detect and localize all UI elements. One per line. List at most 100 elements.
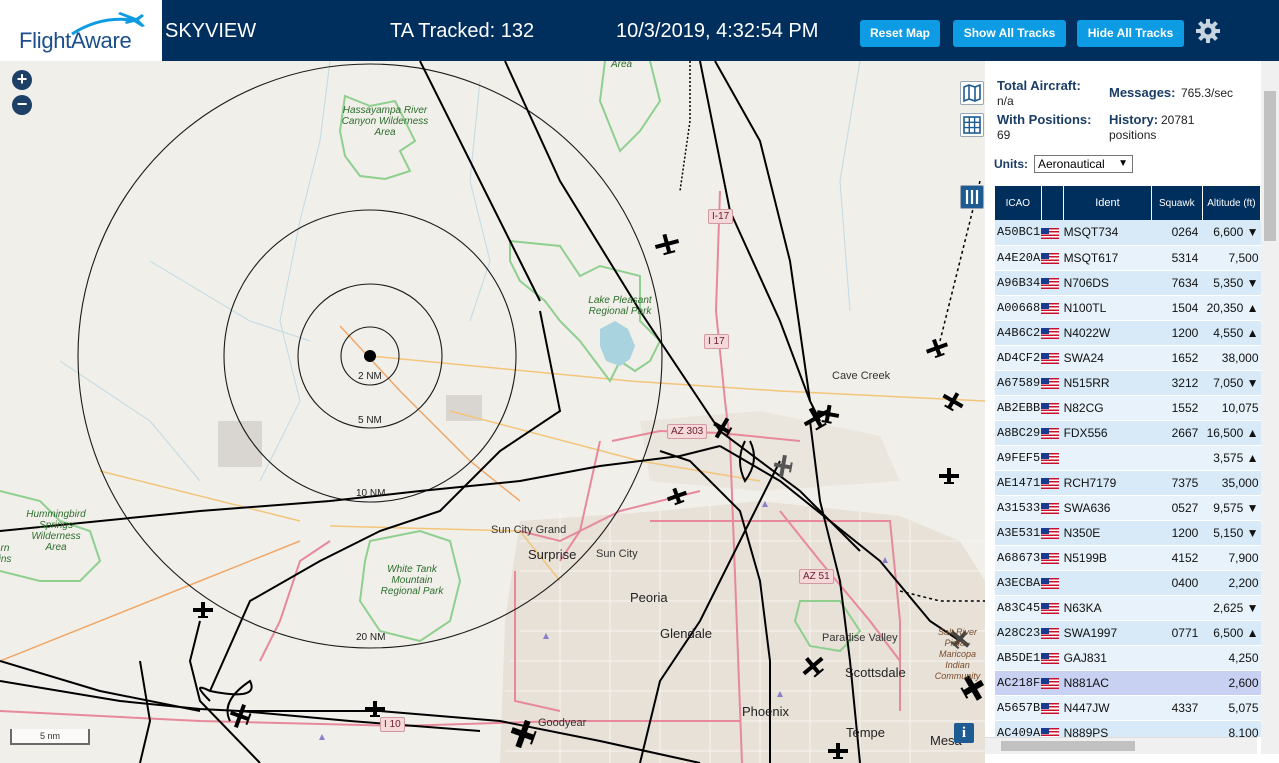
park-label: Hummingbird Springs Wilderness Area: [20, 509, 92, 553]
table-row[interactable]: A8BC29 FDX556 2667 16,500 ▲: [995, 420, 1261, 446]
table-row[interactable]: AB5DE1 GAJ831 4,250: [995, 645, 1261, 671]
altitude-cell: 3,575 ▲: [1202, 445, 1261, 471]
table-row[interactable]: A28C23 SWA1997 0771 6,500 ▲: [995, 620, 1261, 646]
table-row[interactable]: A31533 SWA636 0527 9,575 ▼: [995, 495, 1261, 521]
table-row[interactable]: AB2EBB N82CG 1552 10,075: [995, 395, 1261, 421]
total-aircraft-label: Total Aircraft:: [997, 78, 1081, 93]
vertical-scrollbar[interactable]: [1261, 61, 1279, 754]
scrollbar-thumb[interactable]: [1264, 91, 1276, 241]
grid-icon[interactable]: [960, 113, 984, 137]
table-row[interactable]: A96B34 N706DS 7634 5,350 ▼: [995, 270, 1261, 296]
ident-cell: SWA636: [1063, 495, 1152, 521]
ident-cell: N350E: [1063, 520, 1152, 546]
logo-text: FlightAware: [19, 28, 132, 53]
column-header-icao[interactable]: ICAO: [995, 186, 1042, 220]
place-label: Glendale: [660, 626, 713, 641]
table-row[interactable]: A67589 N515RR 3212 7,050 ▼: [995, 370, 1261, 396]
highway-shield: I-17: [708, 209, 734, 224]
ident-cell: N82CG: [1063, 395, 1152, 421]
messages-label: Messages:: [1109, 85, 1176, 100]
units-select[interactable]: Aeronautical ▼: [1034, 155, 1133, 173]
column-header-ident[interactable]: Ident: [1063, 186, 1152, 220]
icao-cell: A31533: [995, 495, 1042, 521]
scale-bar: 5 nm: [10, 729, 90, 745]
altitude-cell: 7,900: [1202, 545, 1261, 571]
reset-map-button[interactable]: Reset Map: [860, 20, 940, 47]
table-row[interactable]: A3ECBA 0400 2,200: [995, 570, 1261, 596]
us-flag-icon: [1041, 502, 1060, 514]
squawk-cell: 0264: [1151, 220, 1203, 246]
ident-cell: N515RR: [1063, 370, 1152, 396]
us-flag-icon: [1041, 477, 1060, 489]
table-row[interactable]: AD4CF2 SWA24 1652 38,000: [995, 345, 1261, 371]
map-view[interactable]: Area Hassayampa River Canyon Wilderness …: [0, 61, 985, 763]
squawk-cell: 1200: [1151, 520, 1203, 546]
column-header-flag[interactable]: [1041, 186, 1065, 220]
squawk-cell: 7375: [1151, 470, 1203, 496]
flightaware-logo[interactable]: FlightAware: [0, 0, 162, 61]
squawk-cell: 2667: [1151, 420, 1203, 446]
columns-icon[interactable]: [960, 185, 984, 209]
park-label: Hassayampa River Canyon Wilderness Area: [340, 105, 430, 138]
tracked-count: TA Tracked: 132: [390, 20, 535, 42]
park-label-text: Salt River Pima - Maricopa Indian Commun…: [934, 627, 981, 681]
park-label: rn ins: [0, 543, 12, 565]
ident-cell: N5199B: [1063, 545, 1152, 571]
us-flag-icon: [1041, 602, 1060, 614]
ident-cell: N881AC: [1063, 670, 1152, 696]
ident-cell: MSQT617: [1063, 245, 1152, 271]
ident-cell: N4022W: [1063, 320, 1152, 346]
icao-cell: A5657B: [995, 695, 1042, 721]
squawk-cell: [1151, 720, 1203, 737]
altitude-cell: 8,100: [1202, 720, 1261, 737]
table-row[interactable]: A83C45 N63KA 2,625 ▼: [995, 595, 1261, 621]
column-header-altitude[interactable]: Altitude (ft): [1202, 186, 1261, 220]
zoom-in-button[interactable]: +: [12, 70, 32, 90]
squawk-cell: [1151, 670, 1203, 696]
park-label: Lake Pleasant Regional Park: [585, 295, 655, 317]
aircraft-table: ICAO Ident Squawk Altitude (ft) A50BC1 MS…: [995, 186, 1261, 737]
table-row[interactable]: A9FEF5 3,575 ▲: [995, 445, 1261, 471]
squawk-cell: 1652: [1151, 345, 1203, 371]
us-flag-icon: [1041, 427, 1060, 439]
icao-cell: A3E531: [995, 520, 1042, 546]
table-row[interactable]: AC409A N889PS 8,100: [995, 720, 1261, 737]
hide-all-tracks-button[interactable]: Hide All Tracks: [1077, 20, 1184, 47]
table-row[interactable]: A50BC1 MSQT734 0264 6,600 ▼: [995, 220, 1261, 246]
zoom-out-button[interactable]: −: [12, 95, 32, 115]
show-all-tracks-button[interactable]: Show All Tracks: [953, 20, 1066, 47]
ident-cell: N63KA: [1063, 595, 1152, 621]
squawk-cell: [1151, 645, 1203, 671]
dropdown-caret-icon: ▼: [1118, 158, 1128, 169]
table-row[interactable]: A00668 N100TL 1504 20,350 ▲: [995, 295, 1261, 321]
table-row[interactable]: A3E531 N350E 1200 5,150 ▼: [995, 520, 1261, 546]
table-row[interactable]: A68673 N5199B 4152 7,900: [995, 545, 1261, 571]
table-row[interactable]: AC218F N881AC 2,600: [995, 670, 1261, 696]
icao-cell: A4B6C2: [995, 320, 1042, 346]
flag-cell: [1041, 420, 1064, 446]
table-row[interactable]: A4B6C2 N4022W 1200 4,550 ▲: [995, 320, 1261, 346]
park-label-text: Hassayampa River Canyon Wilderness Area: [341, 105, 429, 138]
table-row[interactable]: A4E20A MSQT617 5314 7,500: [995, 245, 1261, 271]
range-ring-label: 10 NM: [356, 488, 386, 499]
flag-cell: [1041, 470, 1064, 496]
ident-cell: [1063, 445, 1152, 471]
us-flag-icon: [1041, 527, 1060, 539]
column-header-squawk[interactable]: Squawk: [1151, 186, 1203, 220]
squawk-cell: 5314: [1151, 245, 1203, 271]
table-row[interactable]: AE1471 RCH7179 7375 35,000: [995, 470, 1261, 496]
altitude-cell: 4,250: [1202, 645, 1261, 671]
map-layers-icon[interactable]: [960, 81, 984, 105]
us-flag-icon: [1041, 677, 1060, 689]
table-row[interactable]: A5657B N447JW 4337 5,075: [995, 695, 1261, 721]
ident-cell: N889PS: [1063, 720, 1152, 737]
us-flag-icon: [1041, 552, 1060, 564]
icao-cell: A96B34: [995, 270, 1042, 296]
horizontal-scrollbar[interactable]: [985, 737, 1257, 754]
range-ring-label: 20 NM: [356, 632, 386, 643]
gear-icon[interactable]: [1195, 18, 1221, 44]
history-label: History:: [1109, 112, 1159, 127]
park-label: White Tank Mountain Regional Park: [380, 564, 444, 597]
scrollbar-thumb[interactable]: [1001, 741, 1135, 751]
info-icon[interactable]: i: [954, 723, 974, 743]
